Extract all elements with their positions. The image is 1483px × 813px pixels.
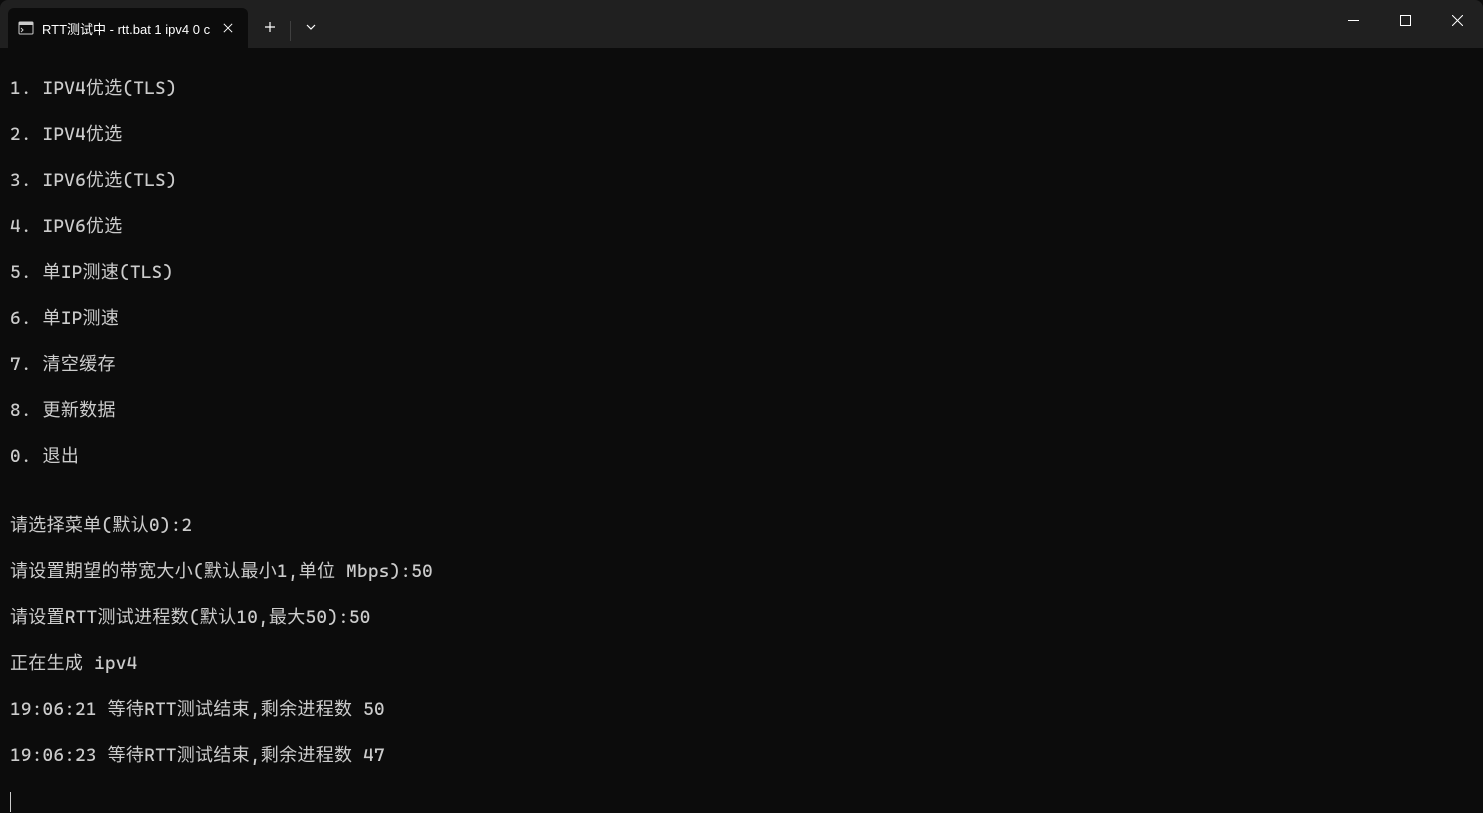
prompt-bandwidth: 请设置期望的带宽大小(默认最小1,单位 Mbps):50: [10, 560, 1473, 583]
prompt-rtt: 请设置RTT测试进程数(默认10,最大50):50: [10, 606, 1473, 629]
menu-item: 2. IPV4优选: [10, 123, 1473, 146]
window-controls: [1327, 0, 1483, 40]
cursor: [10, 792, 11, 812]
terminal-icon: [18, 20, 34, 36]
menu-item: 5. 单IP测速(TLS): [10, 261, 1473, 284]
menu-item: 6. 单IP测速: [10, 307, 1473, 330]
menu-item: 0. 退出: [10, 445, 1473, 468]
log-line: 19:06:23 等待RTT测试结束,剩余进程数 47: [10, 744, 1473, 767]
log-line: 19:06:21 等待RTT测试结束,剩余进程数 50: [10, 698, 1473, 721]
tab-title: RTT测试中 - rtt.bat 1 ipv4 0 c: [42, 19, 210, 38]
tab-actions: [248, 0, 329, 48]
terminal-output[interactable]: 1. IPV4优选(TLS) 2. IPV4优选 3. IPV6优选(TLS) …: [0, 48, 1483, 762]
tab-close-button[interactable]: [218, 18, 238, 38]
terminal-tab[interactable]: RTT测试中 - rtt.bat 1 ipv4 0 c: [8, 8, 248, 48]
titlebar-left: RTT测试中 - rtt.bat 1 ipv4 0 c: [0, 0, 329, 48]
maximize-button[interactable]: [1379, 0, 1431, 40]
menu-item: 4. IPV6优选: [10, 215, 1473, 238]
menu-item: 7. 清空缓存: [10, 353, 1473, 376]
tab-divider: [290, 21, 291, 41]
status-generating: 正在生成 ipv4: [10, 652, 1473, 675]
minimize-button[interactable]: [1327, 0, 1379, 40]
titlebar: RTT测试中 - rtt.bat 1 ipv4 0 c: [0, 0, 1483, 48]
menu-item: 1. IPV4优选(TLS): [10, 77, 1473, 100]
close-window-button[interactable]: [1431, 0, 1483, 40]
menu-item: 8. 更新数据: [10, 399, 1473, 422]
menu-item: 3. IPV6优选(TLS): [10, 169, 1473, 192]
tab-dropdown-button[interactable]: [293, 9, 329, 45]
prompt-select: 请选择菜单(默认0):2: [10, 514, 1473, 537]
new-tab-button[interactable]: [252, 9, 288, 45]
